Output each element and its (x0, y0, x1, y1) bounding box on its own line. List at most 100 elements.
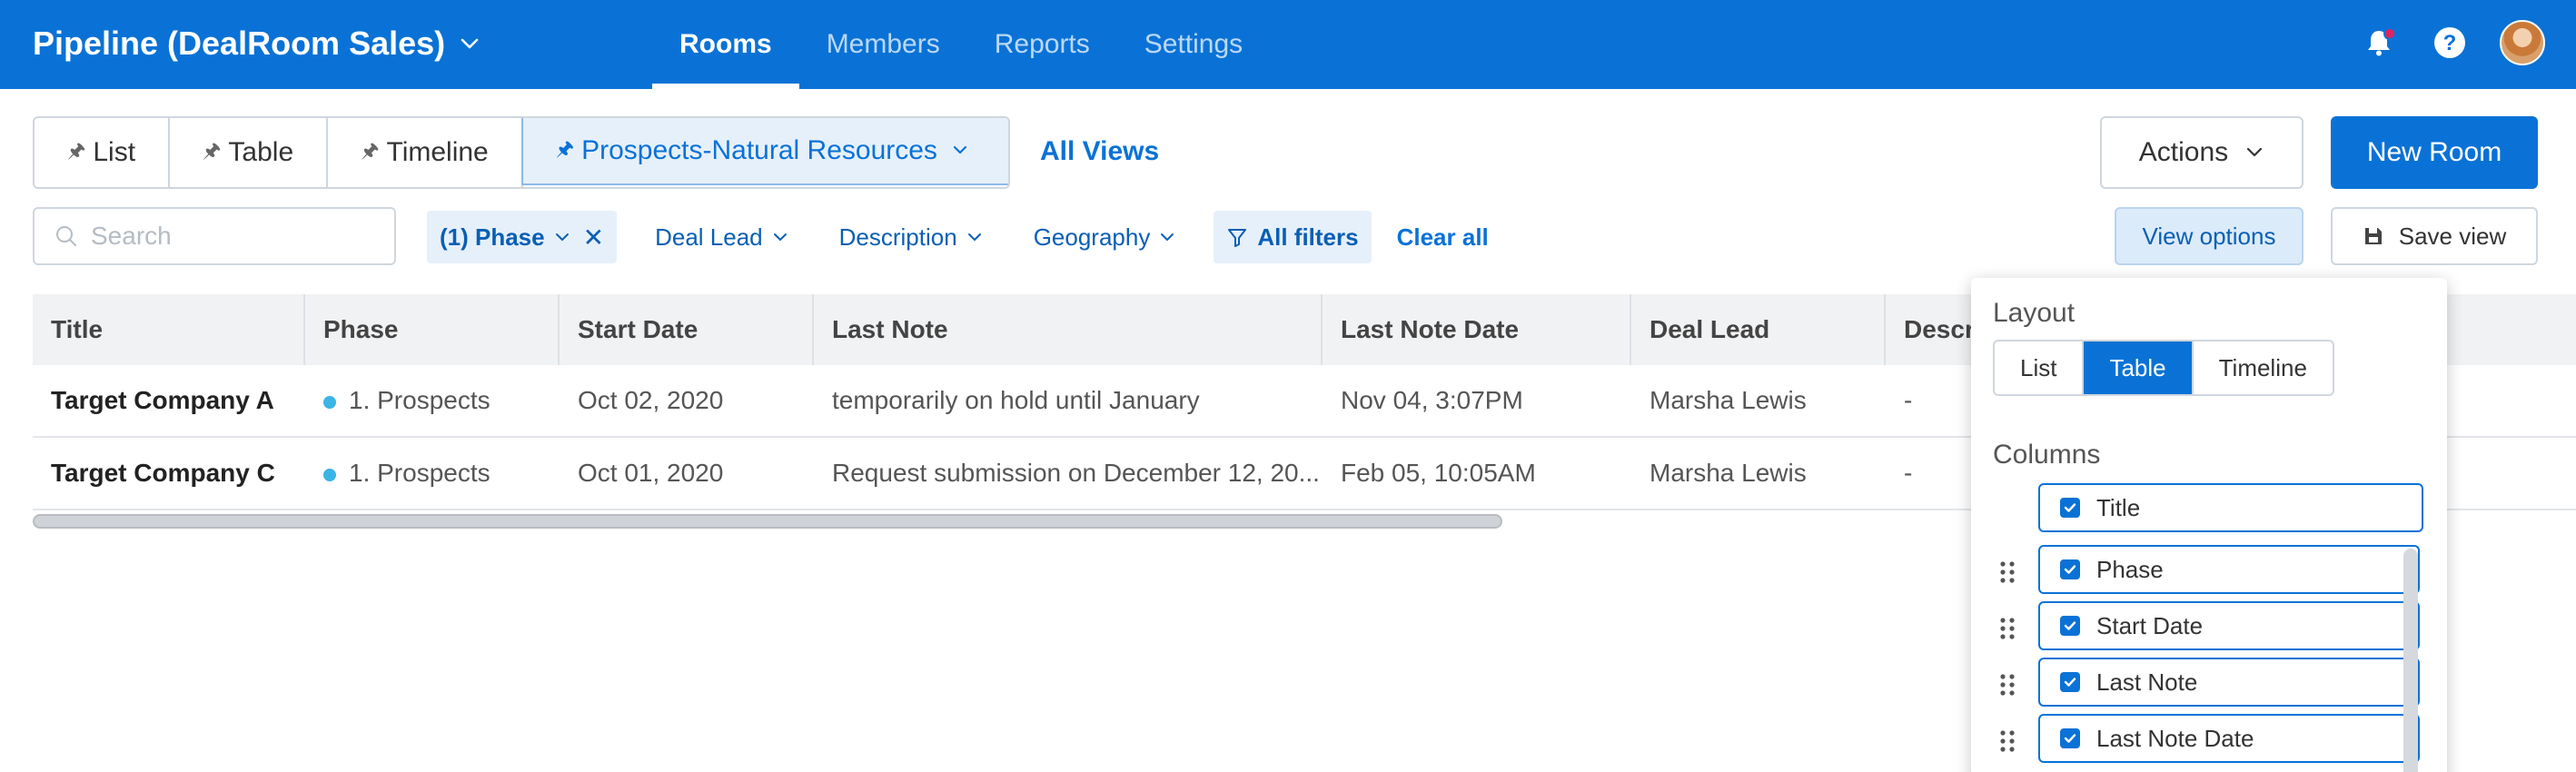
cell-last-note: Request submission on December 12, 20... (832, 459, 1320, 487)
filter-deal-lead[interactable]: Deal Lead (642, 211, 801, 263)
filter-geography[interactable]: Geography (1021, 211, 1189, 263)
horizontal-scrollbar[interactable] (33, 514, 1502, 529)
save-icon (2364, 228, 2382, 244)
chevron-down-icon (461, 38, 479, 49)
drag-handle-icon[interactable] (1998, 616, 2016, 641)
view-tab-label: Prospects-Natural Resources (581, 135, 937, 165)
layout-toggle: List Table Timeline (1993, 340, 2334, 396)
top-bar: Pipeline (DealRoom Sales) Rooms Members … (0, 0, 2576, 89)
panel-scrollbar[interactable] (2403, 549, 2418, 772)
view-options-button[interactable]: View options (2115, 207, 2304, 265)
view-tab-label: Table (228, 137, 294, 167)
column-option-phase[interactable]: Phase (2038, 545, 2420, 594)
view-tab-table[interactable]: 🖈︎ Table (170, 118, 329, 187)
cell-last-note: temporarily on hold until January (832, 386, 1200, 414)
column-option-label: Title (2096, 493, 2141, 521)
column-option-label: Last Note (2096, 668, 2198, 696)
cell-deal-lead: Marsha Lewis (1650, 459, 1807, 487)
search-icon (56, 226, 76, 246)
new-room-button[interactable]: New Room (2331, 116, 2538, 189)
filter-label: Geography (1033, 223, 1151, 251)
column-option-title[interactable]: Title (2038, 483, 2423, 532)
view-tab-prospects-natural-resources[interactable]: 🖈︎ Prospects-Natural Resources (520, 118, 1008, 185)
checkbox-checked-icon[interactable] (2060, 498, 2080, 518)
clear-filter-icon[interactable]: ✕ (583, 223, 604, 252)
layout-list-button[interactable]: List (1995, 341, 2085, 394)
funnel-icon (1228, 229, 1247, 247)
search-input[interactable] (91, 222, 363, 251)
checkbox-checked-icon[interactable] (2060, 728, 2080, 748)
column-option-last-note[interactable]: Last Note (2038, 658, 2420, 707)
save-view-button[interactable]: Save view (2331, 207, 2538, 265)
workspace-switcher[interactable]: Pipeline (DealRoom Sales) (33, 25, 480, 63)
pin-icon: 🖈︎ (555, 137, 575, 160)
column-header-deal-lead[interactable]: Deal Lead (1631, 294, 1886, 365)
layout-timeline-button[interactable]: Timeline (2194, 341, 2333, 394)
pin-icon: 🖈︎ (67, 139, 86, 162)
view-tab-timeline[interactable]: 🖈︎ Timeline (328, 118, 523, 187)
all-filters-label: All filters (1257, 223, 1359, 251)
filter-description[interactable]: Description (827, 211, 996, 263)
header-actions: ? (2358, 20, 2545, 65)
view-tab-label: Timeline (386, 137, 489, 167)
nav-members[interactable]: Members (799, 0, 967, 89)
cell-deal-lead: Marsha Lewis (1650, 386, 1807, 414)
cell-start-date: Oct 02, 2020 (578, 386, 724, 414)
cell-phase: 1. Prospects (305, 386, 560, 415)
nav-settings[interactable]: Settings (1117, 0, 1270, 89)
drag-handle-icon[interactable] (1998, 672, 2016, 698)
chevron-down-icon (1161, 233, 1174, 242)
actions-label: Actions (2138, 137, 2229, 167)
layout-table-button[interactable]: Table (2084, 341, 2194, 394)
column-option-start-date[interactable]: Start Date (2038, 601, 2420, 650)
view-tab-label: List (93, 137, 136, 167)
cell-last-note-date: Feb 05, 10:05AM (1341, 459, 1536, 487)
column-header-start-date[interactable]: Start Date (560, 294, 814, 365)
column-header-last-note[interactable]: Last Note (814, 294, 1323, 365)
cell-last-note-date: Nov 04, 3:07PM (1341, 386, 1523, 414)
notification-badge (2383, 27, 2396, 40)
chevron-down-icon (555, 233, 569, 242)
layout-heading: Layout (1993, 298, 2076, 328)
svg-text:?: ? (2443, 31, 2457, 55)
notifications-button[interactable] (2358, 22, 2400, 64)
filter-bar: (1) Phase ✕ Deal Lead Description Geogra… (427, 211, 1489, 263)
filter-label: Deal Lead (655, 223, 763, 251)
nav-reports[interactable]: Reports (967, 0, 1117, 89)
checkbox-checked-icon[interactable] (2060, 672, 2080, 692)
cell-title: Target Company A (51, 386, 274, 414)
cell-start-date: Oct 01, 2020 (578, 459, 724, 487)
checkbox-checked-icon[interactable] (2060, 559, 2080, 579)
view-tabs: 🖈︎ List 🖈︎ Table 🖈︎ Timeline 🖈︎ Prospect… (33, 116, 1010, 189)
drag-handle-icon[interactable] (1998, 559, 2016, 585)
clear-all-link[interactable]: Clear all (1397, 223, 1489, 252)
pin-icon: 🖈︎ (361, 139, 380, 162)
avatar[interactable] (2500, 20, 2545, 65)
workspace-title: Pipeline (DealRoom Sales) (33, 25, 446, 62)
column-header-phase[interactable]: Phase (305, 294, 560, 365)
view-options-panel: Layout List Table Timeline Columns Title… (1971, 278, 2447, 772)
all-filters-button[interactable]: All filters (1214, 211, 1372, 263)
filter-label: (1) Phase (440, 223, 545, 251)
checkbox-checked-icon[interactable] (2060, 616, 2080, 636)
column-option-label: Phase (2096, 555, 2164, 583)
all-views-link[interactable]: All Views (1040, 136, 1159, 167)
filter-label: Description (838, 223, 957, 251)
column-header-last-note-date[interactable]: Last Note Date (1323, 294, 1631, 365)
cell-phase: 1. Prospects (305, 459, 560, 488)
search-box (33, 207, 396, 265)
view-tab-list[interactable]: 🖈︎ List (35, 118, 171, 187)
phase-label: 1. Prospects (349, 386, 490, 414)
phase-dot-icon (323, 395, 336, 409)
chevron-down-icon (773, 233, 787, 242)
filter-phase[interactable]: (1) Phase ✕ (427, 211, 618, 263)
help-button[interactable]: ? (2429, 22, 2471, 64)
nav-rooms[interactable]: Rooms (652, 0, 799, 89)
actions-button[interactable]: Actions (2100, 116, 2304, 189)
drag-handle-icon[interactable] (1998, 728, 2016, 754)
columns-heading: Columns (1993, 440, 2101, 470)
column-header-title[interactable]: Title (33, 294, 305, 365)
column-option-label: Last Note Date (2096, 724, 2254, 752)
cell-title: Target Company C (51, 459, 275, 487)
column-option-last-note-date[interactable]: Last Note Date (2038, 714, 2420, 763)
